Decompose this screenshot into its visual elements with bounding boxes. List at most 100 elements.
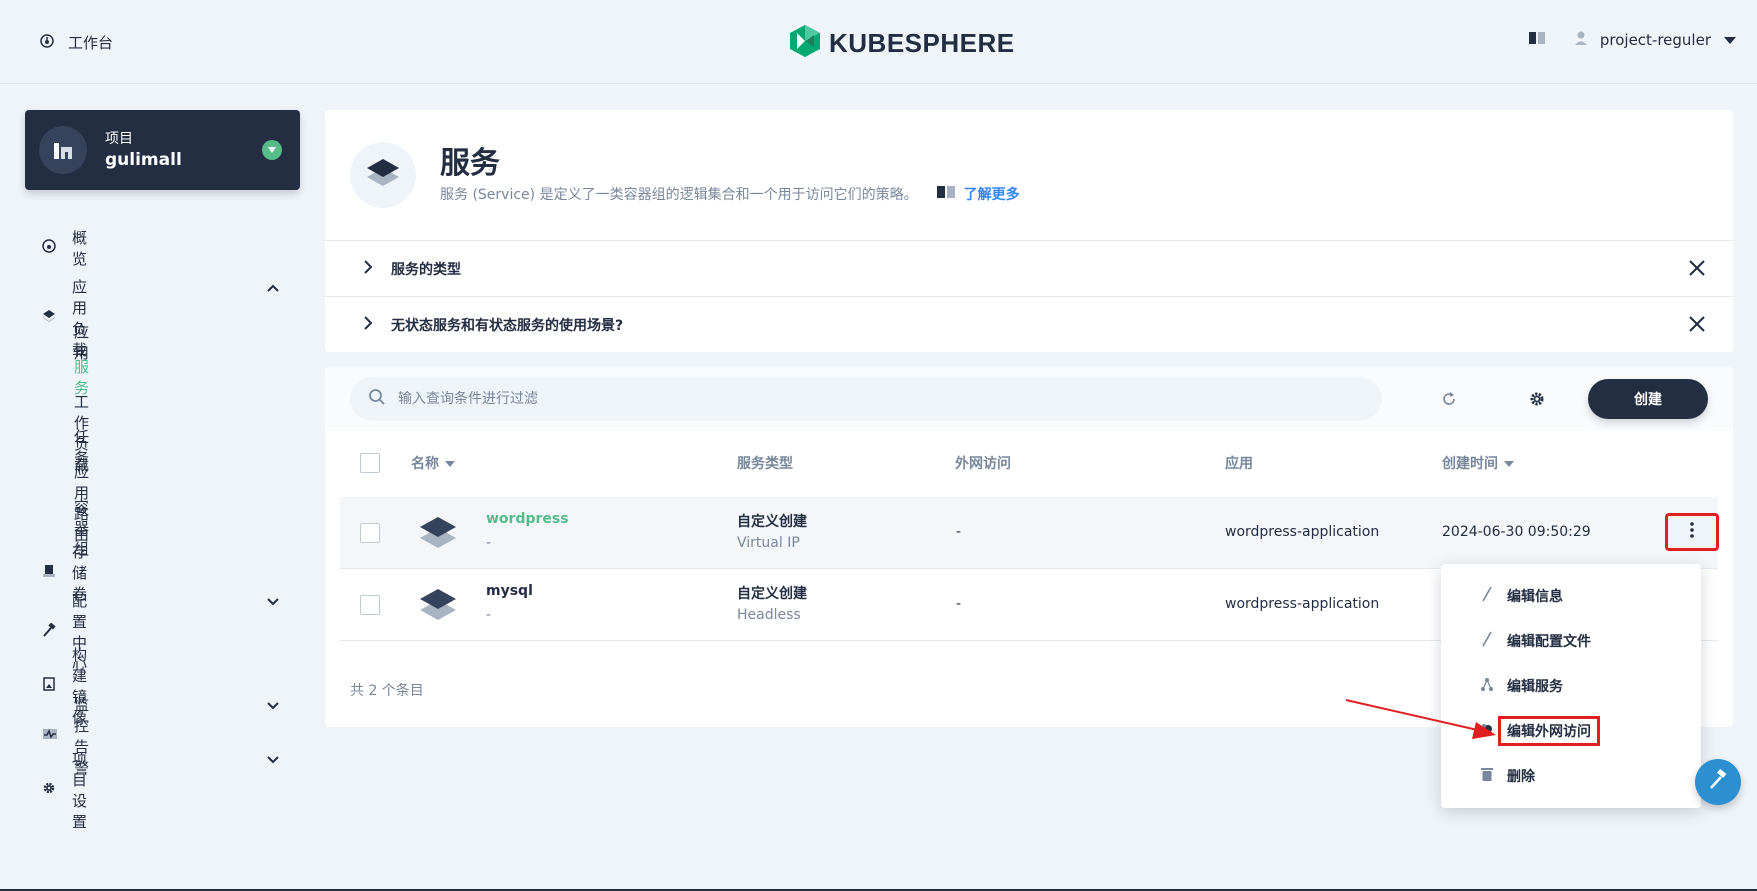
menu-item-label: 删除: [1507, 769, 1535, 785]
chevron-down-icon: [1723, 31, 1737, 49]
service-icon: [418, 513, 458, 557]
user-icon: [1574, 30, 1588, 50]
chevron-down-icon: [267, 696, 279, 714]
column-header-external: 外网访问: [955, 456, 1011, 472]
menu-item-label: 编辑服务: [1507, 679, 1563, 695]
table-row[interactable]: wordpress - 自定义创建 Virtual IP - wordpress…: [340, 497, 1719, 569]
globe-icon: [1481, 722, 1493, 740]
tip-label: 服务的类型: [391, 261, 461, 278]
service-type: 自定义创建: [737, 586, 807, 602]
page-header: 服务 服务 (Service) 是定义了一类容器组的逻辑集合和一个用于访问它们的…: [325, 110, 1733, 240]
select-all-checkbox[interactable]: [360, 453, 380, 473]
column-header-name[interactable]: 名称: [411, 453, 455, 473]
learn-more-link[interactable]: 了解更多: [936, 184, 1020, 204]
app-name: wordpress-application: [1225, 524, 1380, 540]
logo-text: KUBESPHERE: [829, 27, 1015, 58]
sort-icon: [445, 455, 455, 471]
refresh-icon[interactable]: [1441, 391, 1457, 411]
service-name-link[interactable]: mysql: [486, 583, 533, 599]
service-icon: [418, 585, 458, 629]
storage-icon: [42, 564, 56, 582]
user-menu[interactable]: project-reguler: [1574, 30, 1737, 50]
trash-icon: [1481, 766, 1493, 786]
layers-icon: [42, 309, 56, 327]
service-desc: -: [486, 535, 492, 551]
top-bar: 工作台 KUBESPHERE project-reguler: [0, 0, 1757, 84]
project-name: gulimall: [105, 150, 182, 170]
external-access: -: [956, 524, 962, 540]
gear-icon: [42, 781, 56, 799]
more-actions-button[interactable]: [1665, 513, 1719, 551]
close-icon[interactable]: [1689, 260, 1705, 280]
toolbox-button[interactable]: [1695, 759, 1741, 805]
menu-item-label: 编辑外网访问: [1498, 716, 1600, 746]
sidebar-item-label: 项目设置: [72, 750, 88, 831]
more-vertical-icon: [1690, 522, 1694, 542]
menu-item-label: 编辑配置文件: [1507, 634, 1591, 650]
menu-item-edit-service[interactable]: 编辑服务: [1481, 676, 1563, 696]
project-switch-icon[interactable]: [262, 140, 282, 160]
external-access: -: [956, 596, 962, 612]
column-header-app: 应用: [1225, 456, 1253, 472]
project-switcher-card[interactable]: 项目 gulimall: [25, 110, 300, 190]
create-button[interactable]: 创建: [1588, 379, 1708, 419]
hammer-icon: [1707, 768, 1729, 795]
sort-icon: [1504, 455, 1514, 471]
chevron-down-icon: [267, 592, 279, 610]
menu-item-edit-external-access[interactable]: 编辑外网访问: [1481, 716, 1600, 746]
service-type-sub: Headless: [737, 607, 801, 623]
search-input[interactable]: [398, 391, 1298, 407]
dashboard-icon: [42, 239, 56, 257]
page-title: 服务: [440, 146, 500, 181]
app-name: wordpress-application: [1225, 596, 1380, 612]
row-checkbox[interactable]: [360, 595, 380, 615]
total-count: 共 2 个条目: [350, 683, 424, 699]
search-box[interactable]: [350, 377, 1382, 421]
menu-item-delete[interactable]: 删除: [1481, 766, 1535, 786]
chevron-up-icon: [267, 278, 279, 296]
kubesphere-logo[interactable]: KUBESPHERE: [789, 24, 1015, 62]
chevron-right-icon: [363, 259, 373, 278]
service-type: 自定义创建: [737, 514, 807, 530]
sidebar-item-label: 概览: [72, 229, 88, 268]
book-icon: [936, 185, 956, 203]
tip-stateless-stateful[interactable]: 无状态服务和有状态服务的使用场景?: [325, 296, 1733, 352]
workbench-link[interactable]: 工作台: [40, 32, 113, 53]
column-header-created[interactable]: 创建时间: [1442, 453, 1514, 473]
sidebar-item-overview[interactable]: 概览: [42, 227, 87, 269]
chevron-down-icon: [267, 750, 279, 768]
docs-icon[interactable]: [1528, 31, 1546, 49]
service-desc: -: [486, 607, 492, 623]
project-icon: [39, 126, 87, 174]
created-time: 2024-06-30 09:50:29: [1442, 524, 1591, 540]
column-label: 名称: [411, 456, 439, 472]
dashboard-icon: [40, 33, 54, 52]
row-actions-menu: 编辑信息 编辑配置文件 编辑服务 编辑外网访问 删除: [1441, 564, 1701, 808]
sidebar-item-project-settings[interactable]: 项目设置: [42, 748, 279, 832]
menu-item-label: 编辑信息: [1507, 589, 1563, 605]
search-icon: [368, 388, 386, 410]
service-icon: [350, 142, 416, 208]
gear-icon[interactable]: [1529, 391, 1545, 411]
menu-item-edit-yaml[interactable]: 编辑配置文件: [1481, 631, 1591, 651]
image-icon: [42, 677, 56, 695]
chevron-right-icon: [363, 315, 373, 334]
close-icon[interactable]: [1689, 316, 1705, 336]
project-label: 项目: [105, 131, 133, 147]
pencil-icon: [1481, 631, 1493, 651]
service-type-sub: Virtual IP: [737, 535, 800, 551]
table-header: 名称 服务类型 外网访问 应用 创建时间: [325, 431, 1733, 495]
tip-service-types[interactable]: 服务的类型: [325, 240, 1733, 296]
hammer-icon: [42, 622, 56, 641]
menu-item-edit-info[interactable]: 编辑信息: [1481, 586, 1563, 606]
top-right-actions: project-reguler: [1528, 30, 1737, 50]
list-toolbar: 创建: [325, 367, 1733, 431]
description-text: 服务 (Service) 是定义了一类容器组的逻辑集合和一个用于访问它们的策略。: [440, 187, 918, 203]
workbench-label: 工作台: [68, 34, 114, 52]
pencil-icon: [1481, 586, 1493, 606]
kubesphere-logo-icon: [789, 24, 821, 62]
network-icon: [1481, 677, 1493, 695]
learn-more-label: 了解更多: [963, 187, 1020, 203]
service-name-link[interactable]: wordpress: [486, 511, 569, 527]
row-checkbox[interactable]: [360, 523, 380, 543]
